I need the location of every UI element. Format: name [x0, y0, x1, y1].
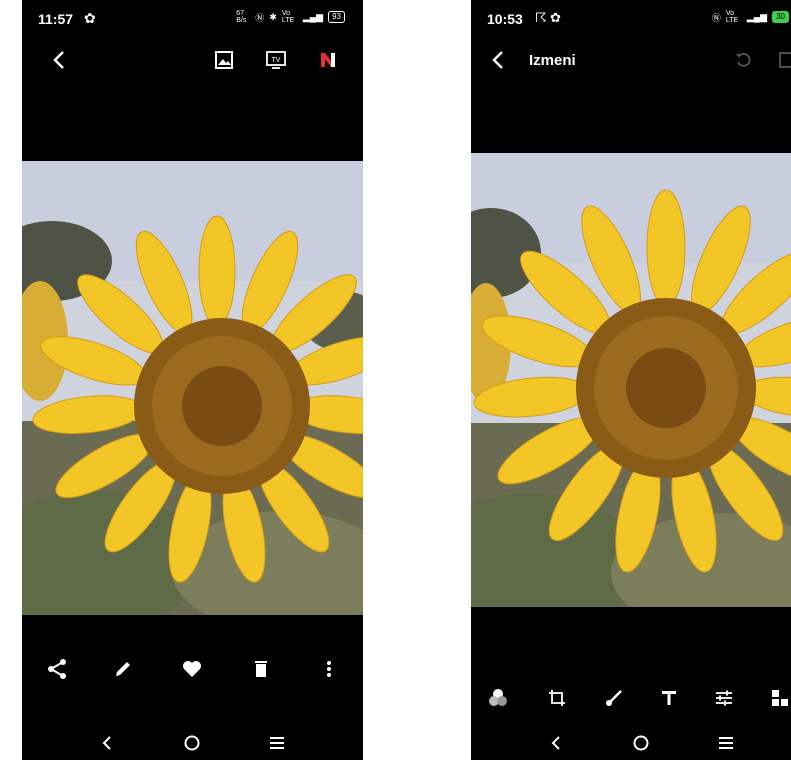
photo-viewer-screen: 11:57 ✿ 67 B/s Ⓝ ✱ Vo LTE ▂▄▆ 93 TV [22, 0, 363, 760]
net-speed: 67 B/s [236, 10, 247, 24]
menu-nav-icon [270, 737, 284, 749]
editor-title: Izmeni [529, 52, 576, 69]
nfc-app-icon [321, 53, 335, 67]
sunflower-image [22, 161, 363, 615]
signal-icon: ▂▄▆ [746, 11, 768, 22]
more-tools-button[interactable] [767, 685, 791, 711]
photo-editor-screen: 10:53 ☈ ✿ Ⓝ Vo LTE ▂▄▆ 30 Izmeni [471, 0, 791, 760]
back-arrow-icon [492, 51, 503, 69]
undo-icon [736, 52, 751, 67]
cast-tv-button[interactable]: TV [264, 48, 288, 72]
share-icon [48, 659, 66, 679]
nav-back-button[interactable] [541, 728, 571, 758]
adjust-icon [716, 690, 732, 706]
nav-menu-button[interactable] [711, 728, 741, 758]
save-icon [779, 52, 791, 68]
save-button[interactable] [775, 48, 791, 72]
adjust-button[interactable] [711, 685, 737, 711]
nav-home-button[interactable] [626, 728, 656, 758]
sunflower-image [471, 153, 791, 607]
sunflower-photo[interactable] [22, 161, 363, 615]
back-arrow-icon [53, 51, 64, 69]
back-nav-icon [102, 736, 111, 750]
more-button[interactable] [316, 656, 342, 682]
delete-button[interactable] [248, 656, 274, 682]
network-label: Vo LTE [725, 10, 739, 24]
status-time: 10:53 [487, 11, 523, 27]
settings-gear-icon: ✿ [84, 10, 96, 26]
filters-icon [489, 689, 507, 706]
nfc-app-button[interactable] [316, 48, 340, 72]
share-button[interactable] [44, 656, 70, 682]
text-icon [662, 691, 676, 705]
brush-icon [606, 690, 622, 706]
crop-rotate-button[interactable] [544, 685, 570, 711]
back-button[interactable] [485, 46, 513, 74]
filters-button[interactable] [485, 685, 511, 711]
svg-text:TV: TV [272, 57, 281, 64]
gallery-icon [215, 51, 233, 69]
status-bar: 11:57 ✿ 67 B/s Ⓝ ✱ Vo LTE ▂▄▆ 93 [22, 0, 363, 36]
gallery-button[interactable] [212, 48, 236, 72]
battery-badge: 93 [328, 11, 345, 23]
cast-tv-icon: TV [266, 51, 286, 69]
status-icons: Ⓝ Vo LTE ▂▄▆ 30 [712, 10, 789, 24]
settings-gear-icon: ✿ [550, 10, 561, 25]
sunflower-photo[interactable] [471, 153, 791, 607]
crop-rotate-icon [549, 690, 565, 706]
home-nav-icon [184, 735, 200, 751]
more-tools-icon [772, 690, 788, 706]
back-nav-icon [551, 736, 560, 750]
viewer-top-bar: TV [22, 40, 363, 80]
battery-badge: 30 [772, 11, 789, 23]
heart-icon [183, 661, 201, 677]
status-bar: 10:53 ☈ ✿ Ⓝ Vo LTE ▂▄▆ 30 [471, 0, 791, 36]
nfc-status-icon: Ⓝ [711, 12, 721, 23]
more-icon [327, 661, 331, 677]
nav-back-button[interactable] [92, 728, 122, 758]
network-label: Vo LTE [281, 10, 295, 24]
undo-button[interactable] [731, 48, 755, 72]
back-button[interactable] [46, 46, 74, 74]
text-button[interactable] [656, 685, 682, 711]
nfc-status-icon: Ⓝ [255, 12, 265, 23]
brush-button[interactable] [601, 685, 627, 711]
delete-icon [255, 661, 267, 677]
edit-button[interactable] [110, 656, 136, 682]
status-icons: 67 B/s Ⓝ ✱ Vo LTE ▂▄▆ 93 [236, 10, 345, 24]
missed-call-icon: ☈ [535, 10, 547, 25]
nav-home-button[interactable] [177, 728, 207, 758]
home-nav-icon [633, 735, 649, 751]
signal-icon: ▂▄▆ [302, 11, 324, 22]
favorite-button[interactable] [179, 656, 205, 682]
bluetooth-icon: ✱ [269, 11, 277, 22]
edit-icon [116, 662, 130, 676]
editor-top-bar: Izmeni [471, 40, 791, 80]
nav-menu-button[interactable] [262, 728, 292, 758]
status-time: 11:57 [38, 11, 74, 27]
menu-nav-icon [719, 737, 733, 749]
